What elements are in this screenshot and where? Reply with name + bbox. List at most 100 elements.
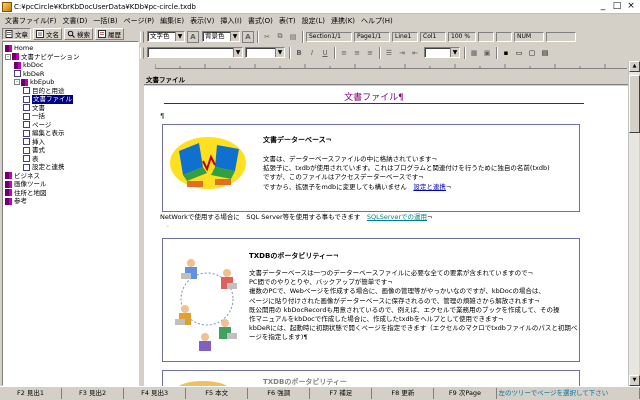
tab-document[interactable]: 文章	[2, 28, 31, 40]
document-editor[interactable]: 文書ファイル¶ ¶ 文書データーベース¬ 文書は、データーベースファイルの中に格…	[144, 86, 628, 386]
tree-item[interactable]: Home	[3, 44, 138, 53]
menu-item[interactable]: 表(T)	[276, 16, 299, 26]
bold-button[interactable]: B	[293, 47, 305, 59]
cut-icon[interactable]: ✂	[261, 31, 273, 43]
tree-item[interactable]: 文書ファイル	[3, 95, 138, 104]
tree-item[interactable]: kbDoc	[3, 61, 138, 70]
menu-item[interactable]: 設定(L)	[299, 16, 328, 26]
function-key-button[interactable]: F4 見出3	[124, 388, 187, 399]
tree-item[interactable]: - 文書ナビゲーション	[3, 53, 138, 62]
tree-item[interactable]: 表	[3, 155, 138, 164]
sqlserver-link[interactable]: SQLServerでの運用	[367, 213, 427, 221]
close-button[interactable]: ×	[624, 1, 638, 13]
text-color-button[interactable]: A	[187, 30, 199, 43]
function-key-button[interactable]: F7 補足	[310, 388, 373, 399]
tab-history[interactable]: 履歴	[95, 28, 124, 40]
paragraph-select[interactable]: ▼	[424, 47, 460, 58]
menu-item[interactable]: 一括(B)	[90, 16, 120, 26]
section-box: TXDBのポータビリティー¬ 文書データーベースは一つのデーターベースファイルに…	[162, 238, 580, 362]
align-left-icon[interactable]: ≡	[338, 47, 350, 59]
menu-item[interactable]: ヘルプ(H)	[358, 16, 396, 26]
copy-icon[interactable]: ⧉	[274, 31, 286, 43]
menu-item[interactable]: 文書(D)	[60, 16, 91, 26]
tree-item[interactable]: kbDeR	[3, 70, 138, 79]
scroll-up-icon[interactable]: ▲	[629, 61, 640, 72]
save-icon[interactable]: ▪	[500, 47, 512, 59]
menu-item[interactable]: 書式(O)	[245, 16, 276, 26]
section-box: 文書データーベース¬ 文書は、データーベースファイルの中に格納されています¬ 拡…	[162, 124, 580, 212]
tree-item-label: 設定と連携	[32, 163, 65, 171]
maximize-button[interactable]: □	[610, 1, 624, 13]
scroll-down-icon[interactable]: ▼	[629, 375, 640, 386]
function-key-button[interactable]: F3 見出2	[62, 388, 125, 399]
bullet-list-icon[interactable]: ☰	[383, 47, 395, 59]
page-icon	[23, 138, 30, 146]
underline-button[interactable]: U	[319, 47, 331, 59]
align-center-icon[interactable]: ≡	[351, 47, 363, 59]
preview-icon[interactable]: ▢	[526, 47, 538, 59]
back-color-button[interactable]: A	[242, 30, 254, 43]
section-title-next: TXDBのポータビリティー	[263, 378, 347, 386]
align-right-icon[interactable]: ≡	[364, 47, 376, 59]
body-line: ページに貼り付けされた画像がデーターベースに保存されるので、管理の煩雑さから解放…	[249, 296, 540, 305]
tree-item[interactable]: - kbEpub	[3, 78, 138, 87]
tree-item[interactable]: 編集と表示	[3, 129, 138, 138]
back-color-value: 背景色	[205, 32, 225, 40]
tree-item[interactable]: 書式	[3, 146, 138, 155]
export-icon[interactable]: ▤	[539, 47, 551, 59]
menu-item[interactable]: ページ(P)	[121, 16, 158, 26]
separator	[379, 46, 381, 59]
indent-icon[interactable]: ⇥	[396, 47, 408, 59]
font-size-select[interactable]: ▼	[245, 47, 285, 58]
network-text: NetWorkで使用する場合に SQL Server等を使用する事もできます	[160, 213, 361, 221]
page-icon	[23, 129, 30, 137]
minimize-button[interactable]: _	[596, 1, 610, 13]
text-color-select[interactable]: 文字色 ▼	[147, 31, 185, 42]
collapse-icon[interactable]: -	[5, 53, 11, 60]
tree-item[interactable]: 画像ツール	[3, 180, 138, 189]
document-tree[interactable]: Home - 文書ナビゲーション kbDoc kbDeR - kbEpub 目的と用途 文書ファ…	[2, 41, 139, 386]
outdent-icon[interactable]: ⇤	[409, 47, 421, 59]
menu-item[interactable]: 編集(E)	[157, 16, 187, 26]
menu-item[interactable]: 文書ファイル(F)	[2, 16, 60, 26]
function-key-button[interactable]: F9 次Page	[434, 388, 497, 399]
table-icon[interactable]: ▦	[468, 47, 480, 59]
function-key-button[interactable]: F6 強調	[248, 388, 311, 399]
menu-item[interactable]: 挿入(I)	[217, 16, 245, 26]
body-line: 文書は、データーベースファイルの中に格納されています¬	[263, 155, 437, 163]
function-key-button[interactable]: F2 見出1	[0, 388, 63, 399]
vertical-scrollbar[interactable]: ▲ ▼	[628, 61, 640, 386]
tree-item[interactable]: ページ	[3, 121, 138, 130]
function-key-button[interactable]: F8 更新	[372, 388, 435, 399]
image-icon[interactable]: ▣	[481, 47, 493, 59]
collapse-icon[interactable]: -	[14, 79, 20, 86]
menu-item[interactable]: 表示(V)	[187, 16, 217, 26]
italic-button[interactable]: I	[306, 47, 318, 59]
section-indicator: Section1/1	[306, 31, 352, 42]
font-select[interactable]: ▼	[147, 47, 243, 58]
book-icon	[5, 180, 12, 188]
book-icon	[21, 78, 28, 86]
num-lock-indicator: NUM	[514, 31, 544, 42]
tree-item[interactable]: ビジネス	[3, 172, 138, 181]
function-key-button[interactable]: F5 本文	[186, 388, 249, 399]
tree-item[interactable]: 設定と連携	[3, 163, 138, 172]
tree-item[interactable]: 参考	[3, 197, 138, 206]
tree-item[interactable]: 文書	[3, 104, 138, 113]
tree-item[interactable]: 一括	[3, 112, 138, 121]
tree-item[interactable]: 住所と地図	[3, 189, 138, 198]
print-icon[interactable]: ▭	[513, 47, 525, 59]
tab-title[interactable]: 文名	[33, 28, 62, 40]
tree-item-label: ビジネス	[14, 171, 40, 180]
scroll-thumb[interactable]	[629, 75, 640, 133]
tree-item[interactable]: 目的と用途	[3, 87, 138, 96]
line-end-mark: ¬	[427, 213, 433, 221]
back-color-select[interactable]: 背景色 ▼	[202, 31, 240, 42]
tab-search[interactable]: 検索	[64, 28, 93, 40]
menu-item[interactable]: 連携(K)	[328, 16, 358, 26]
tree-item-label: kbEpub	[30, 78, 55, 86]
paste-icon[interactable]: ▤	[287, 31, 299, 43]
tree-item[interactable]: 挿入	[3, 138, 138, 147]
body-line: 複数のPCで、Webページを作成する場合に、画像の管理等がやっかいなのですが、k…	[249, 287, 545, 296]
settings-link[interactable]: 設定と連携	[413, 183, 446, 191]
